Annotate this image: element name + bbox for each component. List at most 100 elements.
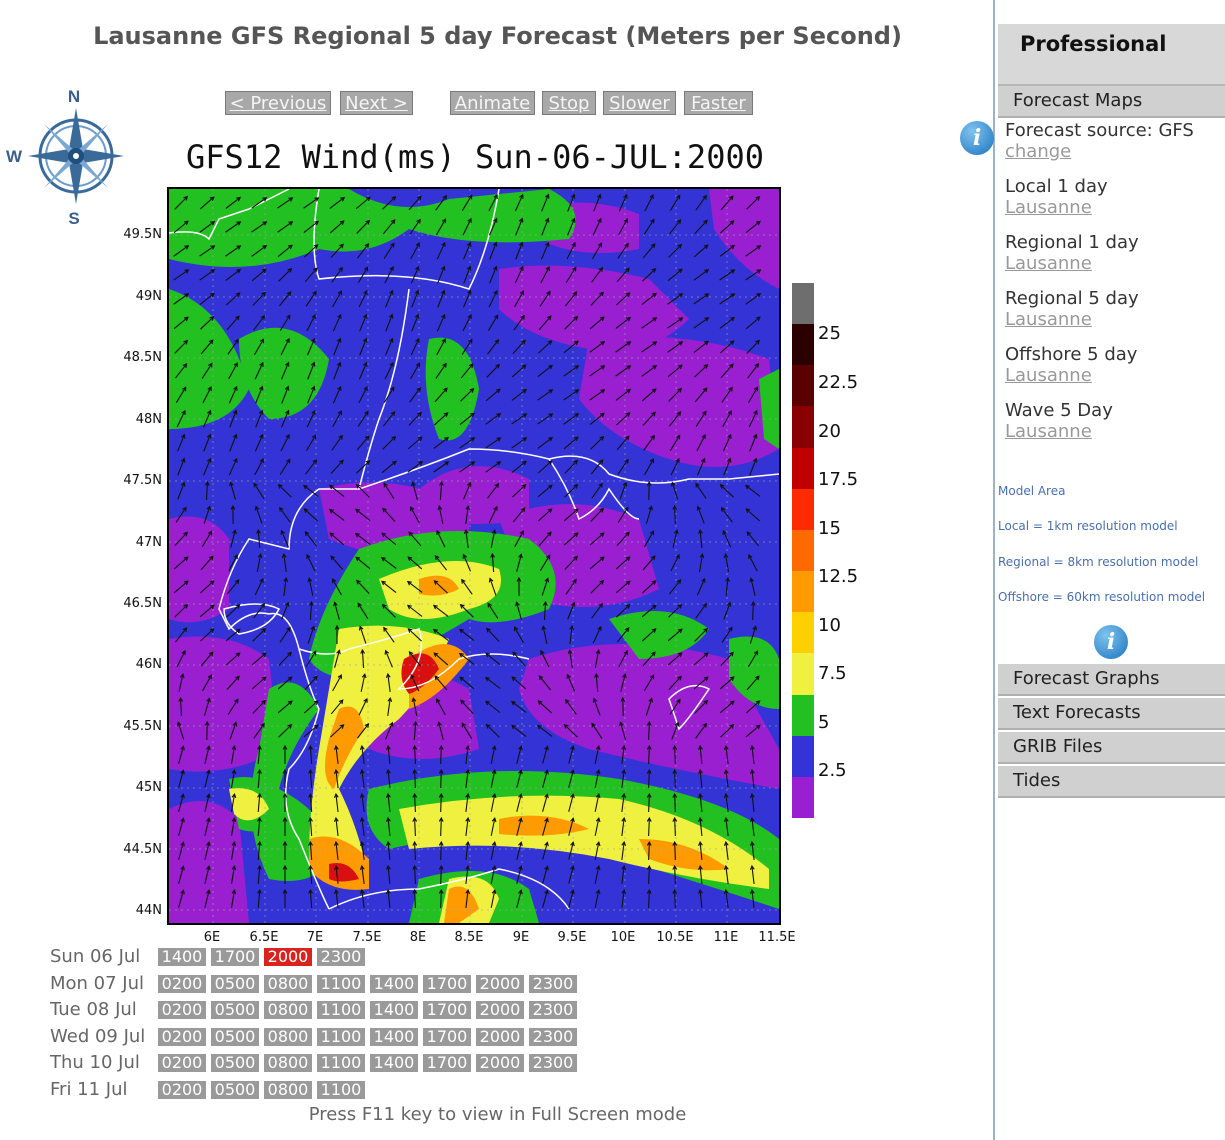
animate-button[interactable]: Animate: [450, 91, 535, 115]
sidebar-item-tides[interactable]: Tides: [998, 766, 1225, 798]
forecast-time-button[interactable]: 0200: [158, 1001, 206, 1019]
sidebar-item-grib-files[interactable]: GRIB Files: [998, 732, 1225, 764]
legend-label: 12.5: [818, 566, 859, 587]
link-location[interactable]: Lausanne: [1005, 197, 1108, 218]
forecast-time-button[interactable]: 1100: [317, 1027, 365, 1046]
lat-label: 47N: [135, 535, 162, 550]
info-icon[interactable]: i: [960, 121, 994, 155]
forecast-time-button[interactable]: 0200: [158, 1054, 206, 1072]
legend-label: 2.5: [818, 760, 847, 781]
lat-label: 49.5N: [123, 227, 162, 242]
forecast-time-button[interactable]: 1100: [317, 1054, 365, 1072]
sidebar-item-forecast-maps[interactable]: Forecast Maps: [998, 86, 1225, 118]
forecast-day-label: Fri 11 Jul: [50, 1078, 128, 1100]
forecast-source-change-link[interactable]: change: [1005, 141, 1194, 162]
forecast-time-button[interactable]: 2000: [476, 974, 524, 993]
lat-label: 49N: [135, 289, 162, 304]
legend-color-swatch: [792, 653, 814, 696]
link-location[interactable]: Lausanne: [1005, 309, 1139, 330]
forecast-time-button[interactable]: 0500: [211, 1001, 259, 1019]
link-wave-5-day: Wave 5 Day Lausanne: [1005, 400, 1113, 442]
forecast-time-button[interactable]: 0800: [264, 1054, 312, 1072]
forecast-time-button[interactable]: 2000: [264, 948, 312, 966]
lon-label: 10E: [610, 930, 636, 945]
model-note-regional: Regional = 8km resolution model: [998, 555, 1199, 569]
forecast-day-label: Wed 09 Jul: [50, 1025, 146, 1047]
lat-label: 48.5N: [123, 350, 162, 365]
slower-button[interactable]: Slower: [603, 91, 676, 115]
legend-color-swatch: [792, 735, 814, 778]
forecast-time-button[interactable]: 0800: [264, 1027, 312, 1046]
forecast-day-label: Thu 10 Jul: [50, 1052, 140, 1073]
link-title: Offshore 5 day: [1005, 344, 1138, 365]
legend-label: 15: [818, 518, 841, 539]
forecast-time-button[interactable]: 1100: [317, 974, 365, 993]
lon-label: 11E: [713, 930, 739, 945]
info-icon[interactable]: i: [1094, 625, 1128, 659]
forecast-time-button[interactable]: 1400: [370, 1001, 418, 1019]
forecast-time-button[interactable]: 2300: [529, 974, 577, 993]
link-local-1-day: Local 1 day Lausanne: [1005, 176, 1108, 218]
forecast-time-button[interactable]: 0200: [158, 1080, 206, 1099]
forecast-time-button[interactable]: 2300: [317, 948, 365, 966]
fullscreen-hint: Press F11 key to view in Full Screen mod…: [308, 1104, 687, 1125]
legend-label: 10: [818, 615, 841, 636]
forecast-time-button[interactable]: 0800: [264, 1001, 312, 1019]
stop-button[interactable]: Stop: [542, 91, 596, 115]
link-offshore-5-day: Offshore 5 day Lausanne: [1005, 344, 1137, 386]
lon-label: 7.5E: [352, 930, 382, 945]
forecast-time-button[interactable]: 1100: [317, 1001, 365, 1019]
forecast-time-button[interactable]: 2000: [476, 1001, 524, 1019]
lon-label: 9.5E: [557, 930, 587, 945]
forecast-source: Forecast source: GFS change: [1005, 120, 1194, 162]
forecast-time-button[interactable]: 0500: [211, 1080, 259, 1099]
link-location[interactable]: Lausanne: [1005, 365, 1137, 386]
forecast-time-button[interactable]: 0200: [158, 974, 206, 993]
forecast-time-button[interactable]: 0500: [211, 974, 259, 993]
lon-label: 7E: [306, 930, 324, 945]
legend-color-swatch: [792, 283, 814, 325]
legend-color-swatch: [792, 488, 814, 531]
forecast-time-button[interactable]: 1700: [423, 1027, 471, 1046]
forecast-time-button[interactable]: 2000: [476, 1054, 524, 1072]
page-title: Lausanne GFS Regional 5 day Forecast (Me…: [93, 22, 902, 50]
link-location[interactable]: Lausanne: [1005, 421, 1113, 442]
compass-n: N: [68, 87, 80, 106]
forecast-time-button[interactable]: 1100: [317, 1080, 365, 1099]
compass-rose: N W S: [4, 84, 134, 234]
forecast-time-button[interactable]: 1700: [423, 1054, 471, 1072]
forecast-time-button[interactable]: 1400: [370, 1054, 418, 1072]
legend-color-swatch: [792, 694, 814, 737]
next-button[interactable]: Next >: [340, 91, 413, 115]
forecast-time-button[interactable]: 2300: [529, 1054, 577, 1072]
forecast-time-button[interactable]: 1400: [370, 1027, 418, 1046]
forecast-time-button[interactable]: 0200: [158, 1027, 206, 1046]
forecast-time-button[interactable]: 1700: [423, 1001, 471, 1019]
forecast-time-button[interactable]: 2300: [529, 1001, 577, 1019]
sidebar-item-text-forecasts[interactable]: Text Forecasts: [998, 698, 1225, 730]
forecast-time-button[interactable]: 0800: [264, 1080, 312, 1099]
forecast-time-button[interactable]: 2300: [529, 1027, 577, 1046]
forecast-time-button[interactable]: 0800: [264, 974, 312, 993]
forecast-time-button[interactable]: 1700: [423, 974, 471, 993]
legend-color-swatch: [792, 776, 814, 819]
sidebar-item-forecast-graphs[interactable]: Forecast Graphs: [998, 664, 1225, 696]
previous-button[interactable]: < Previous: [225, 91, 331, 115]
forecast-time-button[interactable]: 1400: [158, 948, 206, 966]
compass-s: S: [68, 209, 79, 228]
forecast-time-button[interactable]: 0500: [211, 1027, 259, 1046]
link-location[interactable]: Lausanne: [1005, 253, 1139, 274]
compass-w: W: [6, 147, 23, 166]
wind-speed-legend: [792, 283, 814, 819]
model-area-note: Model Area: [998, 484, 1066, 498]
legend-color-swatch: [792, 571, 814, 613]
lat-label: 45N: [135, 780, 162, 795]
forecast-time-button[interactable]: 0500: [211, 1054, 259, 1072]
forecast-source-label: Forecast source: GFS: [1005, 120, 1194, 141]
lon-label: 9E: [512, 930, 530, 945]
forecast-time-button[interactable]: 1400: [370, 974, 418, 993]
forecast-day-label: Tue 08 Jul: [50, 999, 137, 1020]
forecast-time-button[interactable]: 1700: [211, 948, 259, 966]
forecast-time-button[interactable]: 2000: [476, 1027, 524, 1046]
faster-button[interactable]: Faster: [684, 91, 753, 115]
